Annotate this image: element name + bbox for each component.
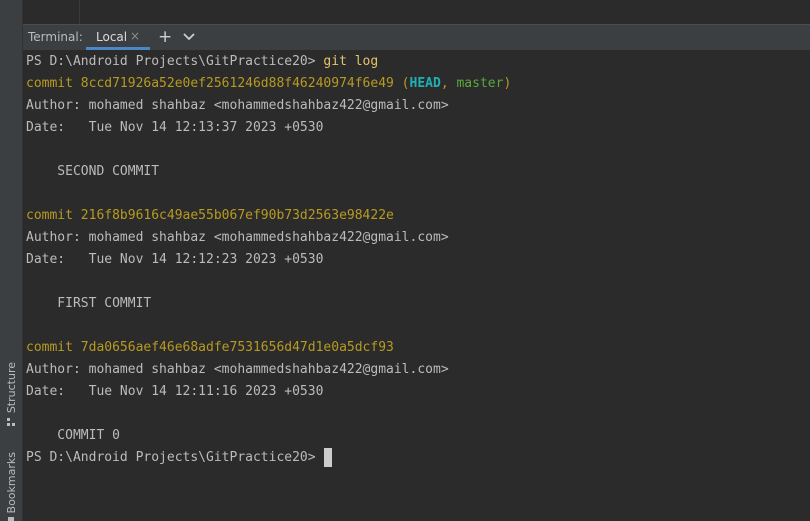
refs-open: ( xyxy=(393,76,410,91)
date-line: Date: Tue Nov 14 12:11:16 2023 +0530 xyxy=(26,384,324,399)
date-line: Date: Tue Nov 14 12:12:23 2023 +0530 xyxy=(26,252,324,267)
commit-hash-line: commit 8ccd71926a52e0ef2561246d88f462409… xyxy=(26,73,511,95)
refs-separator: , xyxy=(440,76,457,91)
refs-close: ) xyxy=(503,76,512,91)
bookmark-icon xyxy=(8,517,14,521)
commit-message: SECOND COMMIT xyxy=(26,164,160,179)
head-ref: HEAD xyxy=(409,76,441,91)
commit-message: FIRST COMMIT xyxy=(26,296,152,311)
author-line: Author: mohamed shahbaz <mohammedshahbaz… xyxy=(26,230,449,245)
structure-label: Structure xyxy=(4,362,18,414)
commit-hash: commit 8ccd71926a52e0ef2561246d88f462409… xyxy=(26,76,394,91)
bookmarks-label: Bookmarks xyxy=(4,452,18,514)
terminal-output[interactable]: PS D:\Android Projects\GitPractice20> gi… xyxy=(23,50,810,521)
commit-message: COMMIT 0 xyxy=(26,428,120,443)
prompt-text: PS D:\Android Projects\GitPractice20> xyxy=(26,54,316,69)
author-line: Author: mohamed shahbaz <mohammedshahbaz… xyxy=(26,362,449,377)
commit-hash-line: commit 216f8b9616c49ae55b067ef90b73d2563… xyxy=(26,208,394,223)
final-prompt-text: PS D:\Android Projects\GitPractice20> xyxy=(26,450,316,465)
new-tab-button[interactable]: + xyxy=(158,27,172,47)
date-line: Date: Tue Nov 14 12:13:37 2023 +0530 xyxy=(26,120,324,135)
editor-area xyxy=(23,0,810,24)
commit-hash-line: commit 7da0656aef46e68adfe7531656d47d1e0… xyxy=(26,340,394,355)
tab-local-label: Local xyxy=(96,30,128,44)
editor-divider xyxy=(79,0,80,24)
terminal-tab-bar: Terminal: Local × + xyxy=(23,24,810,50)
bookmarks-tool-button[interactable]: Bookmarks xyxy=(2,452,20,521)
terminal-title: Terminal: xyxy=(28,30,83,44)
branch-ref: master xyxy=(456,76,504,91)
ide-window: Structure Bookmarks Terminal: Local × + xyxy=(0,0,810,521)
chevron-down-icon[interactable] xyxy=(182,30,196,44)
terminal-cursor xyxy=(323,448,332,467)
tab-local[interactable]: Local × xyxy=(86,25,150,50)
prompt-line: PS D:\Android Projects\GitPractice20> gi… xyxy=(26,51,378,73)
close-tab-icon[interactable]: × xyxy=(130,29,140,43)
final-prompt-line: PS D:\Android Projects\GitPractice20> xyxy=(26,447,332,469)
structure-tool-button[interactable]: Structure xyxy=(2,362,20,427)
command-text: git log xyxy=(323,54,379,69)
structure-icon xyxy=(7,418,15,427)
left-tool-strip: Structure Bookmarks xyxy=(0,0,23,521)
author-line: Author: mohamed shahbaz <mohammedshahbaz… xyxy=(26,98,449,113)
